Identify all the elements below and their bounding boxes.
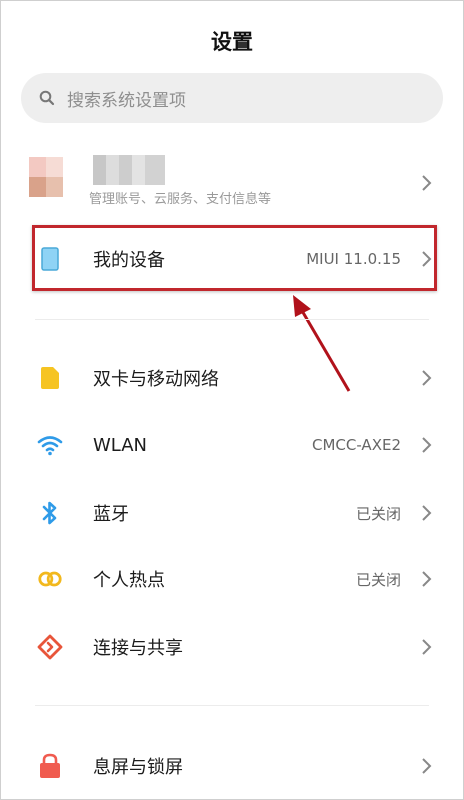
sidebar-item-hotspot[interactable]: 个人热点 已关闭	[1, 551, 463, 607]
search-bar[interactable]: 搜索系统设置项	[21, 73, 443, 123]
sidebar-item-lock-screen[interactable]: 息屏与锁屏	[1, 738, 463, 794]
divider	[35, 319, 429, 320]
chevron-right-icon	[422, 505, 432, 521]
item-label: WLAN	[93, 434, 148, 456]
chevron-right-icon	[422, 758, 432, 774]
page-title: 设置	[211, 30, 253, 54]
sim-card-icon	[37, 365, 63, 391]
account-subtitle: 管理账号、云服务、支付信息等	[89, 192, 272, 207]
chevron-right-icon	[422, 571, 432, 587]
avatar	[29, 157, 63, 197]
sidebar-item-connection-sharing[interactable]: 连接与共享	[1, 619, 463, 675]
chevron-right-icon	[422, 175, 432, 191]
item-label: 息屏与锁屏	[93, 757, 183, 778]
hotspot-icon	[37, 566, 63, 592]
search-icon	[39, 90, 55, 106]
lock-icon	[37, 753, 63, 779]
chevron-right-icon	[422, 639, 432, 655]
item-value: 已关闭	[355, 570, 401, 589]
item-value: CMCC-AXE2	[311, 436, 401, 454]
divider	[35, 705, 429, 706]
sidebar-item-dual-sim[interactable]: 双卡与移动网络	[1, 350, 463, 406]
search-placeholder: 搜索系统设置项	[67, 90, 186, 111]
item-label: 个人热点	[93, 570, 165, 591]
sidebar-item-wlan[interactable]: WLAN CMCC-AXE2	[1, 417, 463, 473]
item-value: 已关闭	[355, 504, 401, 523]
item-label: 连接与共享	[93, 638, 183, 659]
wifi-icon	[37, 432, 63, 458]
highlight-box	[32, 225, 437, 291]
chevron-right-icon	[422, 437, 432, 453]
bluetooth-icon	[37, 500, 63, 526]
sidebar-item-bluetooth[interactable]: 蓝牙 已关闭	[1, 485, 463, 541]
share-icon	[37, 634, 63, 660]
account-name-blurred	[93, 155, 165, 185]
item-label: 双卡与移动网络	[93, 369, 219, 390]
item-label: 蓝牙	[93, 504, 129, 525]
chevron-right-icon	[422, 370, 432, 386]
